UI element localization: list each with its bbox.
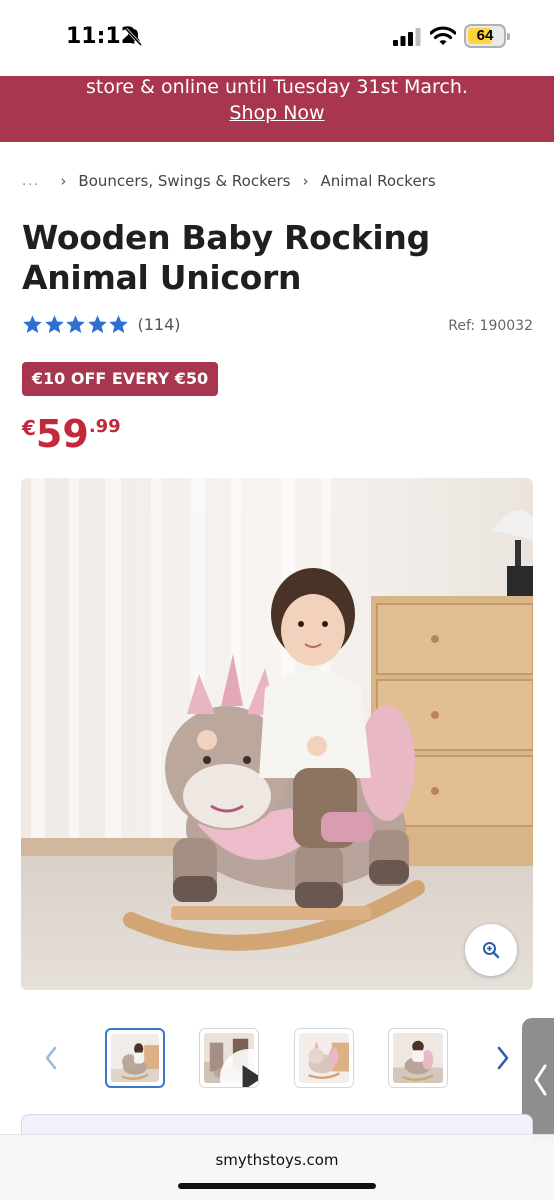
price-cents: .99 [88,416,121,437]
star-icon [44,315,64,333]
breadcrumb: ... › Bouncers, Swings & Rockers › Anima… [22,170,436,192]
signal-icon [393,28,421,46]
price-main: 59 [35,412,89,456]
chevron-left-icon[interactable] [40,1044,62,1072]
home-indicator[interactable] [178,1183,376,1189]
breadcrumb-ellipsis[interactable]: ... [22,174,40,189]
chevron-right-icon: › [60,172,67,190]
price-currency: € [22,416,36,440]
star-icon [66,315,85,333]
star-icon [87,315,107,333]
star-icon [23,315,42,333]
battery-level: 64 [476,27,494,44]
gallery-thumbnail[interactable] [388,1028,448,1088]
breadcrumb-bouncers-swings-rockers[interactable]: Bouncers, Swings & Rockers [78,172,290,190]
bell-muted-icon [124,27,143,47]
play-icon [220,1049,258,1087]
product-ref: Ref: 190032 [448,318,533,334]
product-price: €59.99 [22,414,121,454]
status-bar: 11:12 64 [0,0,554,76]
offer-badge[interactable]: €10 OFF EVERY €50 [22,362,218,396]
wifi-icon [430,26,456,45]
review-count[interactable]: (114) [138,315,181,334]
chevron-left-icon [534,1064,547,1096]
rating-stars[interactable]: (114) [22,314,181,335]
promo-banner: store & online until Tuesday 31st March.… [0,76,554,142]
battery-icon: 64 [464,24,510,48]
gallery-thumbnail[interactable] [294,1028,354,1088]
product-image[interactable] [21,478,533,990]
chevron-right-icon[interactable] [492,1044,514,1072]
browser-url[interactable]: smythstoys.com [0,1151,554,1169]
shop-now-link[interactable]: Shop Now [0,102,554,124]
gallery-thumbnail-video[interactable] [199,1028,259,1088]
zoom-button[interactable] [465,924,517,976]
zoom-in-icon [483,942,500,959]
gallery-thumbnail[interactable] [105,1028,165,1088]
chevron-right-icon: › [302,172,309,190]
product-title: Wooden Baby Rocking Animal Unicorn [22,218,430,297]
promo-text: store & online until Tuesday 31st March. [86,76,468,98]
browser-bar: smythstoys.com [0,1134,554,1200]
star-icon [109,315,128,333]
breadcrumb-animal-rockers[interactable]: Animal Rockers [320,172,435,190]
